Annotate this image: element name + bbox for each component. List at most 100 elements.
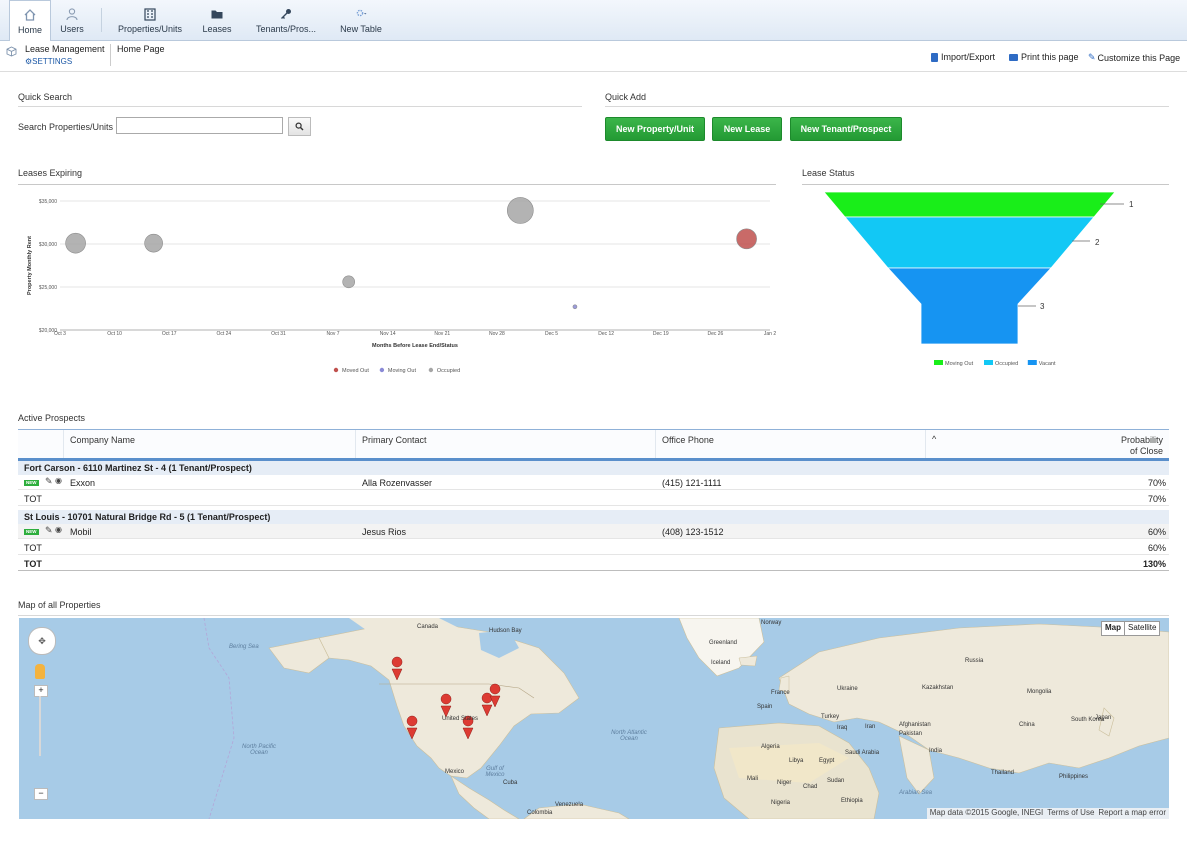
print-link[interactable]: Print this page [1009, 52, 1079, 62]
tab-users[interactable]: Users [52, 0, 92, 40]
bubble-point [342, 275, 355, 289]
subtotal-row: TOT 60% [18, 540, 1169, 555]
probability-cell: 70% [1147, 478, 1166, 488]
edit-icon[interactable]: ✎ [45, 525, 53, 536]
settings-label: SETTINGS [32, 57, 73, 66]
map-type-control: Map Satellite [1101, 621, 1161, 636]
x-tick-label: Nov 7 [327, 331, 340, 337]
map-label-philippines: Philippines [1059, 774, 1089, 780]
pegman-icon[interactable] [35, 664, 45, 679]
header-primary-contact[interactable]: Primary Contact [356, 430, 656, 458]
header-company-name[interactable]: Company Name [64, 430, 356, 458]
gear-icon [356, 9, 367, 16]
leases-expiring-title: Leases Expiring [18, 168, 83, 178]
map-label-afghanistan: Afghanistan [899, 722, 931, 728]
subtotal-label: TOT [24, 494, 42, 504]
new-badge: NEW [24, 480, 39, 486]
tab-label: Home [17, 24, 42, 35]
map-label-north-pacific: North Pacific Ocean [241, 744, 276, 756]
page-title: Home Page [117, 44, 165, 54]
zoom-out-button[interactable]: − [34, 788, 48, 800]
legend-marker [333, 367, 339, 373]
map-label-bering-sea: Bering Sea [229, 644, 259, 650]
legend-label: Vacant [1039, 361, 1056, 367]
x-tick-label: Dec 5 [545, 331, 558, 337]
x-tick-label: Oct 3 [54, 331, 66, 337]
search-button[interactable] [288, 117, 311, 136]
bubble-point [144, 233, 163, 253]
settings-link[interactable]: ⚙SETTINGS [25, 57, 72, 66]
lease-status-funnel: 1 2 3 Moving Out Occupied Vacant [823, 191, 1134, 367]
x-tick-label: Oct 31 [271, 331, 286, 337]
legend-marker [1027, 360, 1037, 365]
tab-properties-units[interactable]: Properties/Units [112, 0, 188, 40]
quick-search-title: Quick Search [18, 92, 73, 102]
view-eye-icon[interactable]: ◉ [55, 476, 62, 485]
map-label-ethiopia: Ethiopia [841, 798, 863, 804]
subtotal-value: 70% [1147, 494, 1166, 504]
y-tick-label: $25,000 [39, 285, 57, 291]
view-eye-icon[interactable]: ◉ [55, 525, 62, 534]
map-label-mexico: Mexico [445, 769, 465, 775]
nav-divider [101, 8, 102, 32]
map-label-russia: Russia [965, 658, 984, 664]
tab-leases[interactable]: Leases [196, 0, 238, 40]
divider [605, 106, 1169, 107]
x-tick-label: Oct 24 [216, 331, 231, 337]
table-row[interactable]: NEW ✎ ◉ Mobil Jesus Rios (408) 123-1512 … [18, 524, 1169, 539]
divider [18, 106, 582, 107]
company-name-cell[interactable]: Mobil [70, 527, 92, 537]
grand-total-row: TOT 130% [18, 556, 1169, 571]
header-probability-label: Probability of Close [1120, 435, 1163, 456]
properties-map[interactable]: Canada Hudson Bay United States Mexico G… [19, 618, 1169, 819]
map-label-greenland: Greenland [709, 640, 738, 646]
customize-link[interactable]: ✎ Customize this Page [1088, 52, 1180, 63]
map-label-united-states: United States [442, 716, 479, 722]
divider [802, 184, 1169, 185]
map-attribution: Map data ©2015 Google, INEGI Terms of Us… [926, 808, 1169, 819]
map-label-iraq: Iraq [837, 725, 848, 731]
group-header-row: St Louis - 10701 Natural Bridge Rd - 5 (… [18, 510, 1169, 524]
legend-marker [934, 360, 943, 365]
tab-label: Properties/Units [117, 23, 183, 34]
funnel-segment [823, 191, 1116, 218]
folder-icon [211, 10, 223, 18]
new-badge: NEW [24, 529, 39, 535]
map-pan-control[interactable]: ✥ [28, 627, 56, 655]
report-map-error-link[interactable]: Report a map error [1098, 808, 1166, 819]
header-office-phone[interactable]: Office Phone [656, 430, 926, 458]
leases-expiring-chart: $20,000$25,000$30,000$35,000Oct 3 Oct 10 O… [27, 197, 776, 374]
map-type-map-button[interactable]: Map [1102, 622, 1125, 635]
new-tenant-prospect-button[interactable]: New Tenant/Prospect [790, 117, 902, 141]
zoom-slider[interactable] [39, 696, 41, 756]
zoom-in-button[interactable]: + [34, 685, 48, 697]
legend-marker [379, 367, 385, 373]
x-tick-label: Nov 28 [489, 331, 505, 337]
header-actions [18, 430, 64, 458]
company-name-cell[interactable]: Exxon [70, 478, 95, 488]
app-name[interactable]: Lease Management [25, 44, 105, 54]
import-export-link[interactable]: Import/Export [931, 52, 995, 62]
search-input[interactable] [116, 117, 283, 134]
tab-new-table[interactable]: New Table [334, 0, 388, 40]
import-export-label: Import/Export [941, 52, 996, 62]
grand-total-value: 130% [1142, 559, 1166, 569]
subtotal-value: 60% [1147, 543, 1166, 553]
map-data-credit: Map data ©2015 Google, INEGI [929, 808, 1044, 817]
funnel-stage-label: 2 [1095, 238, 1100, 247]
terms-of-use-link[interactable]: Terms of Use [1047, 808, 1094, 819]
map-title: Map of all Properties [18, 600, 101, 610]
map-type-satellite-button[interactable]: Satellite [1125, 622, 1159, 635]
new-lease-button[interactable]: New Lease [712, 117, 782, 141]
map-label-chad: Chad [803, 784, 818, 790]
new-property-unit-button[interactable]: New Property/Unit [605, 117, 705, 141]
y-axis-label: Property Monthly Rent [27, 236, 33, 295]
subtotal-label: TOT [24, 543, 42, 553]
map-label-niger: Niger [777, 780, 792, 786]
tab-tenants-prospects[interactable]: Tenants/Pros... [250, 0, 322, 40]
table-row[interactable]: NEW ✎ ◉ Exxon Alla Rozenvasser (415) 121… [18, 475, 1169, 490]
y-tick-label: $35,000 [39, 199, 57, 205]
header-probability[interactable]: ^ Probability of Close [926, 430, 1169, 458]
tab-home[interactable]: Home [9, 0, 51, 41]
edit-icon[interactable]: ✎ [45, 476, 53, 487]
